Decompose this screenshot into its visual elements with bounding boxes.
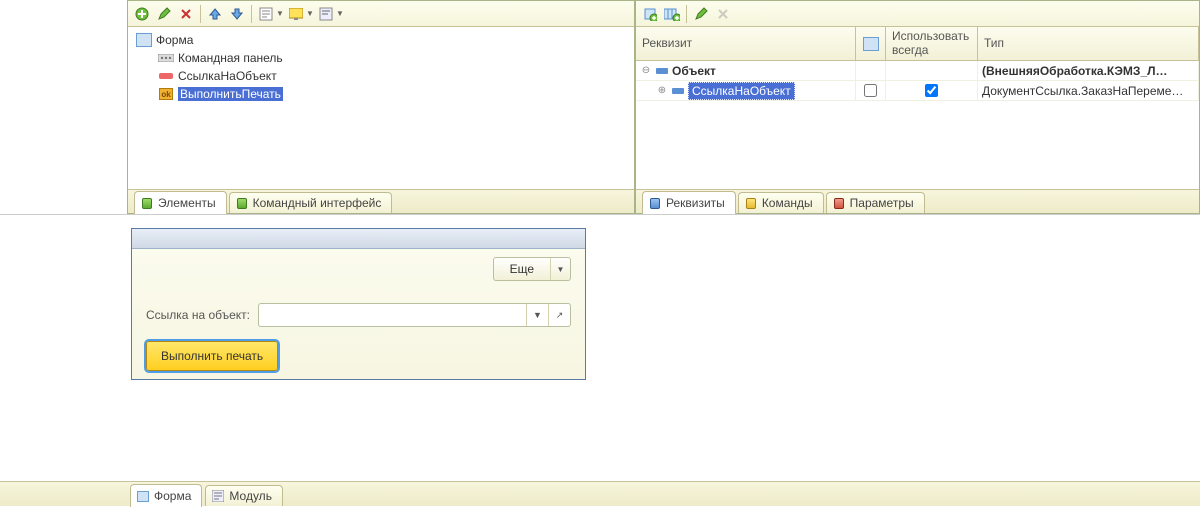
elements-panel: ▼ ▼ ▼ Форма Командная панель СсылкаНаОбъ… [127, 0, 635, 214]
dropdown-icon[interactable]: ▼ [526, 304, 548, 326]
tab-label: Командный интерфейс [253, 196, 382, 210]
delete-button[interactable] [176, 4, 196, 24]
form-icon [136, 33, 152, 47]
grid-header: Реквизит Использовать всегда Тип [636, 27, 1199, 61]
form-icon [863, 37, 879, 51]
form-preview: Еще ▼ Ссылка на объект: ▼ ↗ Выполнить пе… [131, 228, 586, 380]
attributes-toolbar [636, 1, 1199, 27]
collapse-icon[interactable]: ⊖ [640, 65, 652, 77]
delete-attr-button[interactable] [713, 4, 733, 24]
field-icon [158, 69, 174, 83]
reference-text-input[interactable] [259, 304, 526, 326]
add-attr-button[interactable] [640, 4, 660, 24]
tab-elements[interactable]: Элементы [134, 191, 227, 214]
open-icon[interactable]: ↗ [548, 304, 570, 326]
tab-label: Команды [762, 196, 813, 210]
tree-item-command-panel[interactable]: Командная панель [128, 49, 634, 67]
left-panel-tabs: Элементы Командный интерфейс [128, 189, 634, 213]
cell-label: Объект [672, 64, 716, 78]
attributes-grid: Реквизит Использовать всегда Тип ⊖ Объек… [636, 27, 1199, 189]
preview-button[interactable] [286, 4, 306, 24]
move-down-button[interactable] [227, 4, 247, 24]
edit-attr-button[interactable] [691, 4, 711, 24]
button-label: Еще [494, 262, 550, 276]
cell-label: СсылкаНаОбъект [688, 82, 795, 100]
dropdown-icon[interactable]: ▼ [276, 9, 284, 18]
col-type[interactable]: Тип [978, 27, 1199, 60]
add-cols-button[interactable] [662, 4, 682, 24]
form-icon [137, 490, 149, 502]
edit-button[interactable] [154, 4, 174, 24]
tree-root-form[interactable]: Форма [128, 31, 634, 49]
preview-titlebar [132, 229, 585, 249]
tab-label: Реквизиты [666, 196, 725, 210]
button-label: Выполнить печать [161, 349, 263, 363]
col-icon[interactable] [856, 27, 886, 60]
use-checkbox[interactable] [864, 84, 877, 97]
execute-print-button[interactable]: Выполнить печать [146, 341, 278, 371]
tree-item-execute-print[interactable]: ok ВыполнитьПечать [128, 85, 634, 103]
tab-parameters[interactable]: Параметры [826, 192, 925, 213]
tab-label: Параметры [850, 196, 914, 210]
dropdown-icon[interactable]: ▼ [336, 9, 344, 18]
reference-input[interactable]: ▼ ↗ [258, 303, 571, 327]
attributes-panel: Реквизит Использовать всегда Тип ⊖ Объек… [635, 0, 1200, 214]
tree-item-reference-field[interactable]: СсылкаНаОбъект [128, 67, 634, 85]
grid-row-reference[interactable]: ⊕ СсылкаНаОбъект ДокументСсылка.ЗаказНаП… [636, 81, 1199, 101]
button-icon: ok [158, 87, 174, 101]
node-icon [672, 88, 684, 94]
filter-button[interactable] [316, 4, 336, 24]
move-up-button[interactable] [205, 4, 225, 24]
tab-commands[interactable]: Команды [738, 192, 824, 213]
expand-icon[interactable]: ⊕ [656, 85, 668, 97]
col-use-always[interactable]: Использовать всегда [886, 27, 978, 60]
elements-toolbar: ▼ ▼ ▼ [128, 1, 634, 27]
module-icon [212, 490, 224, 502]
tab-label: Модуль [229, 489, 272, 503]
properties-button[interactable] [256, 4, 276, 24]
chevron-down-icon: ▼ [550, 258, 570, 280]
command-panel-icon [158, 51, 174, 65]
more-button[interactable]: Еще ▼ [493, 257, 571, 281]
tab-form[interactable]: Форма [130, 484, 202, 507]
tab-label: Элементы [158, 196, 216, 210]
field-label: Ссылка на объект: [146, 308, 250, 322]
col-attribute[interactable]: Реквизит [636, 27, 856, 60]
grid-row-object[interactable]: ⊖ Объект (ВнешняяОбработка.КЭМЗ_Л… [636, 61, 1199, 81]
cell-type: ДокументСсылка.ЗаказНаПереме… [982, 84, 1183, 98]
right-panel-tabs: Реквизиты Команды Параметры [636, 189, 1199, 213]
node-icon [656, 68, 668, 74]
add-button[interactable] [132, 4, 152, 24]
tab-module[interactable]: Модуль [205, 485, 283, 506]
tree-label: Командная панель [178, 51, 283, 65]
tab-command-interface[interactable]: Командный интерфейс [229, 192, 393, 213]
use-always-checkbox[interactable] [925, 84, 938, 97]
dropdown-icon[interactable]: ▼ [306, 9, 314, 18]
tree-label: СсылкаНаОбъект [178, 69, 277, 83]
tree-label: Форма [156, 33, 193, 47]
tree-label: ВыполнитьПечать [178, 87, 283, 101]
editor-bottom-tabs: Форма Модуль [0, 481, 1200, 506]
tab-attributes[interactable]: Реквизиты [642, 191, 736, 214]
cell-type: (ВнешняяОбработка.КЭМЗ_Л… [982, 64, 1168, 78]
tab-label: Форма [154, 489, 191, 503]
elements-tree: Форма Командная панель СсылкаНаОбъект ok… [128, 27, 634, 189]
